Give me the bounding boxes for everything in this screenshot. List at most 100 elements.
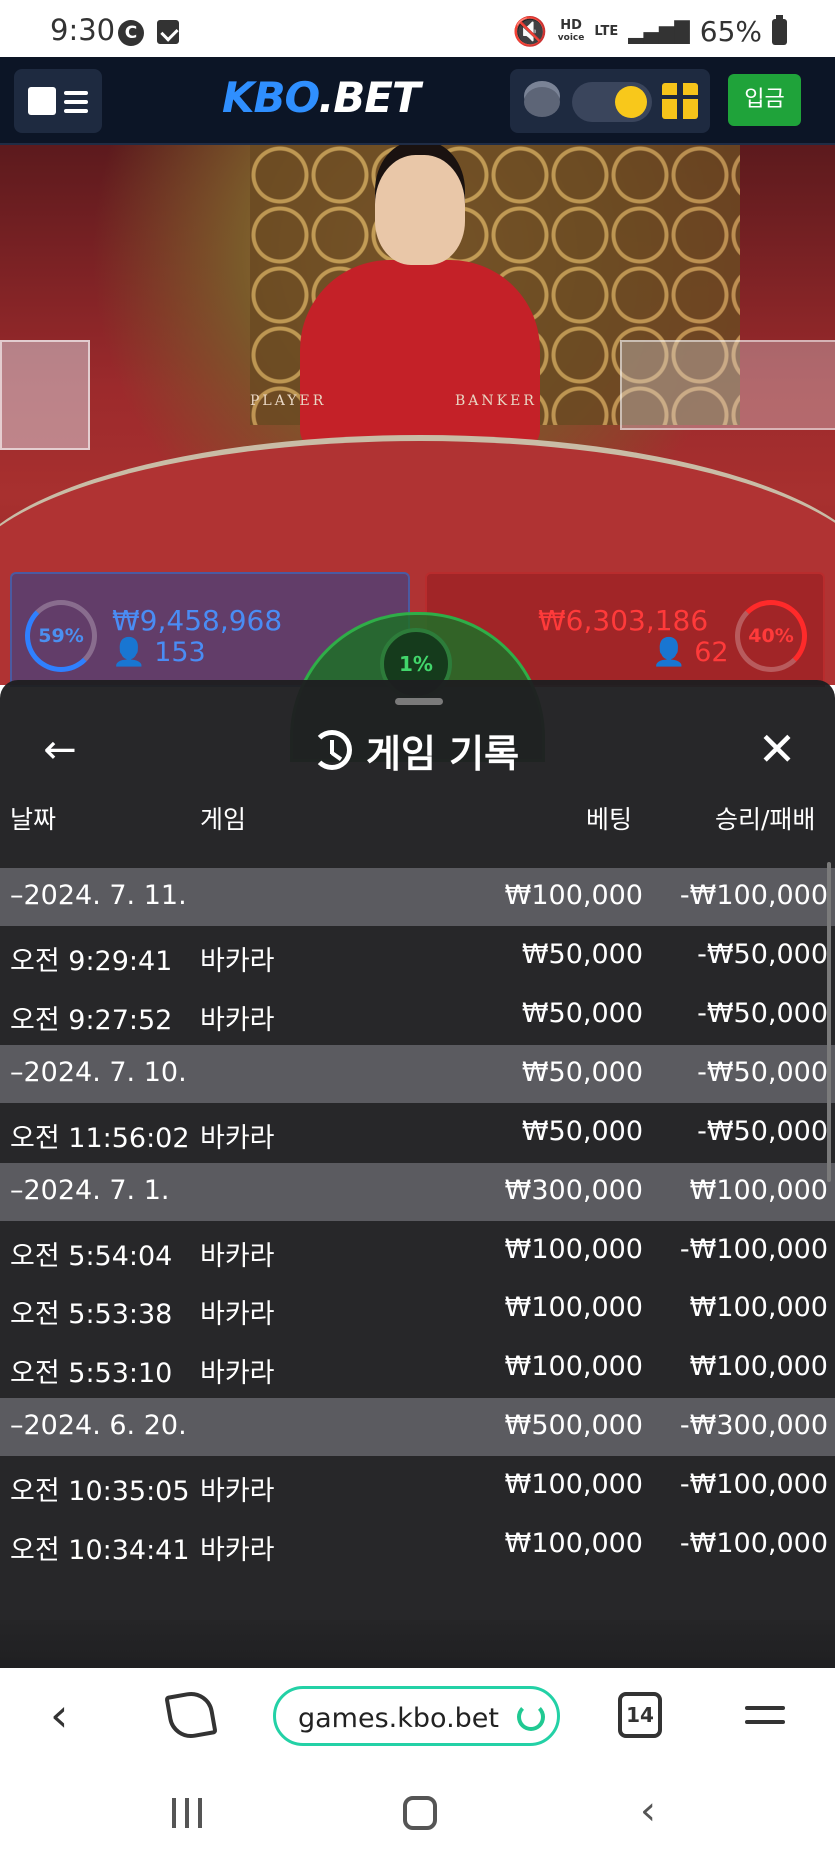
home-icon[interactable]: [403, 1796, 437, 1830]
toggle-knob: [615, 86, 647, 118]
row-result: -₩300,000: [679, 1410, 828, 1441]
table-player-label: PLAYER: [250, 393, 327, 409]
sheet-title: 게임 기록: [366, 731, 520, 776]
player-percent-ring: 59%: [25, 600, 97, 672]
banker-count-value: 62: [694, 637, 729, 668]
row-bet: ₩50,000: [521, 998, 643, 1029]
recent-apps-icon[interactable]: [172, 1798, 202, 1828]
row-date: 오전 11:56:02: [10, 1123, 190, 1154]
row-bet: ₩100,000: [504, 1351, 643, 1382]
system-back-icon[interactable]: ‹: [640, 1788, 656, 1834]
row-game: 바카라: [200, 1358, 275, 1389]
row-date: 오전 5:54:04: [10, 1241, 173, 1272]
list-fade: [0, 1620, 835, 1668]
row-date: 오전 5:53:10: [10, 1358, 173, 1389]
checkbox-notification-icon: [157, 20, 179, 44]
browser-toolbar: ‹ games.kbo.bet 14: [0, 1668, 835, 1768]
deposit-button[interactable]: 입금: [728, 74, 801, 126]
coins-icon[interactable]: [524, 87, 560, 117]
c-badge-icon: C: [118, 20, 144, 46]
row-date: 오전 10:35:05: [10, 1476, 190, 1507]
reload-icon[interactable]: [517, 1703, 545, 1731]
status-bar: 9:30 C 🔇 HD voice LTE ▂▄▆█ 65%: [0, 0, 835, 57]
hamburger-icon: [64, 91, 88, 118]
row-game: 바카라: [200, 1241, 275, 1272]
banker-bettor-count: 👤 62: [652, 637, 729, 668]
row-bet: ₩100,000: [504, 1234, 643, 1265]
game-history-sheet: ← 게임 기록 ✕ 날짜 게임 베팅 승리/패배 –2024. 7. 11. ₩1…: [0, 680, 835, 1668]
row-result: -₩50,000: [697, 1057, 828, 1088]
history-item-row[interactable]: 오전 11:56:02 바카라 ₩50,000 -₩50,000: [0, 1104, 835, 1162]
player-total-amount: ₩9,458,968: [112, 604, 283, 637]
row-date: –2024. 6. 20.: [10, 1410, 187, 1441]
row-bet: ₩100,000: [504, 1292, 643, 1323]
row-result: -₩50,000: [697, 939, 828, 970]
hd-label: HD: [560, 17, 582, 33]
history-item-row[interactable]: 오전 9:29:41 바카라 ₩50,000 -₩50,000: [0, 927, 835, 985]
row-result: -₩100,000: [679, 1234, 828, 1265]
row-date: –2024. 7. 1.: [10, 1175, 170, 1206]
column-header-game: 게임: [200, 805, 247, 834]
signal-icon: ▂▄▆█: [628, 19, 690, 44]
column-header-date: 날짜: [10, 805, 57, 834]
history-date-group-row[interactable]: –2024. 6. 20. ₩500,000 -₩300,000: [0, 1398, 835, 1456]
row-result: ₩100,000: [689, 1175, 828, 1206]
discard-tray: [620, 340, 835, 430]
player-bettor-count: 👤 153: [112, 637, 206, 668]
app-header: KBO.BET 입금: [0, 57, 835, 145]
dealer-head: [375, 155, 465, 265]
column-header-result: 승리/패배: [715, 805, 816, 834]
history-item-row[interactable]: 오전 5:53:10 바카라 ₩100,000 ₩100,000: [0, 1339, 835, 1397]
leaf-icon[interactable]: [164, 1688, 218, 1742]
row-bet: ₩50,000: [521, 1116, 643, 1147]
row-result: -₩50,000: [697, 998, 828, 1029]
logo-bet: .BET: [318, 73, 420, 122]
card-shoe: [0, 340, 90, 450]
browser-back-icon[interactable]: ‹: [50, 1690, 90, 1740]
header-tools: [510, 69, 710, 133]
browser-menu-icon[interactable]: [745, 1706, 785, 1734]
row-result: -₩50,000: [697, 1116, 828, 1147]
menu-button[interactable]: [14, 69, 102, 133]
sheet-drag-handle[interactable]: [395, 698, 443, 705]
row-bet: ₩50,000: [521, 939, 643, 970]
logo-kbo: KBO: [222, 73, 319, 122]
banker-percent-ring: 40%: [735, 600, 807, 672]
battery-percent: 65%: [699, 15, 762, 48]
row-game: 바카라: [200, 946, 275, 977]
row-game: 바카라: [200, 1123, 275, 1154]
address-bar[interactable]: games.kbo.bet: [273, 1686, 560, 1746]
hd-voice-icon: HD voice: [558, 19, 585, 45]
gift-icon[interactable]: [662, 83, 698, 119]
history-item-row[interactable]: 오전 10:34:41 바카라 ₩100,000 -₩100,000: [0, 1516, 835, 1574]
row-date: –2024. 7. 10.: [10, 1057, 187, 1088]
sheet-title-group: 게임 기록: [312, 724, 519, 776]
history-date-group-row[interactable]: –2024. 7. 1. ₩300,000 ₩100,000: [0, 1163, 835, 1221]
battery-icon: [772, 14, 787, 45]
history-date-group-row[interactable]: –2024. 7. 11. ₩100,000 -₩100,000: [0, 868, 835, 926]
history-scrollbar[interactable]: [827, 862, 831, 1182]
history-item-row[interactable]: 오전 5:54:04 바카라 ₩100,000 -₩100,000: [0, 1222, 835, 1280]
mute-icon: 🔇: [512, 15, 548, 48]
gift-menu-icon: [28, 87, 56, 115]
status-time: 9:30: [50, 13, 116, 47]
tabs-count-button[interactable]: 14: [618, 1692, 662, 1738]
kbo-bet-logo[interactable]: KBO.BET: [222, 73, 421, 122]
row-game: 바카라: [200, 1299, 275, 1330]
status-icons: 🔇 HD voice LTE ▂▄▆█ 65%: [512, 14, 787, 48]
banker-total-amount: ₩6,303,186: [538, 604, 709, 637]
history-item-row[interactable]: 오전 5:53:38 바카라 ₩100,000 ₩100,000: [0, 1280, 835, 1338]
history-date-group-row[interactable]: –2024. 7. 10. ₩50,000 -₩50,000: [0, 1045, 835, 1103]
dealer-body: [300, 260, 540, 450]
history-item-row[interactable]: 오전 9:27:52 바카라 ₩50,000 -₩50,000: [0, 986, 835, 1044]
row-date: 오전 9:27:52: [10, 1005, 173, 1036]
row-date: 오전 10:34:41: [10, 1535, 190, 1566]
table-banker-label: BANKER: [455, 393, 537, 409]
column-header-bet: 베팅: [586, 805, 633, 834]
theme-toggle[interactable]: [572, 82, 652, 122]
back-arrow-button[interactable]: ←: [38, 728, 82, 772]
close-button[interactable]: ✕: [755, 724, 799, 774]
row-bet: ₩500,000: [504, 1410, 643, 1441]
history-item-row[interactable]: 오전 10:35:05 바카라 ₩100,000 -₩100,000: [0, 1457, 835, 1515]
row-game: 바카라: [200, 1005, 275, 1036]
